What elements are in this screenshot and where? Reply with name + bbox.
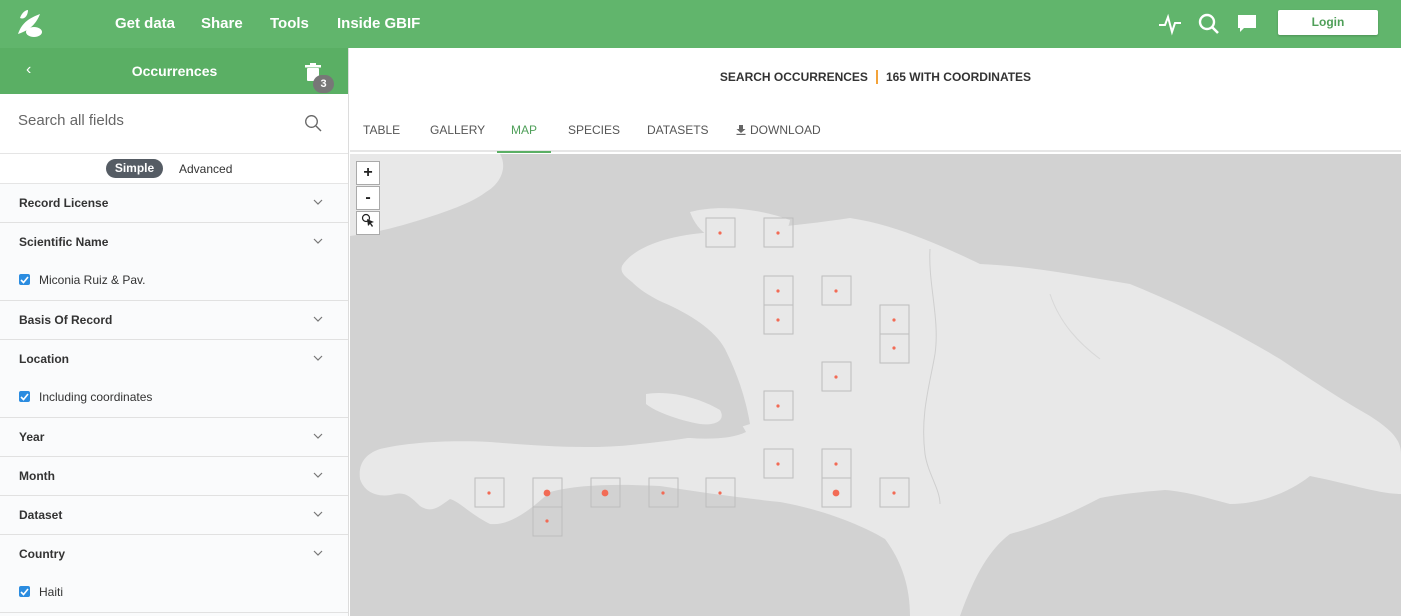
option-label: Miconia Ruiz & Pav. bbox=[39, 273, 146, 287]
occurrence-dot bbox=[661, 491, 665, 495]
active-tab-indicator bbox=[497, 151, 551, 153]
simple-mode-button[interactable]: Simple bbox=[106, 159, 163, 178]
map-canvas[interactable] bbox=[350, 154, 1401, 616]
nav-share[interactable]: Share bbox=[201, 15, 243, 32]
nav-tools[interactable]: Tools bbox=[270, 15, 309, 32]
chevron-down-icon[interactable] bbox=[313, 548, 323, 558]
occurrence-map[interactable] bbox=[350, 154, 1401, 616]
tab-datasets[interactable]: DATASETS bbox=[647, 123, 709, 137]
chevron-down-icon[interactable] bbox=[313, 431, 323, 441]
checkbox-checked-icon[interactable] bbox=[19, 391, 30, 402]
filter-label[interactable]: Location bbox=[19, 352, 69, 366]
filter-month[interactable]: Month bbox=[0, 457, 348, 496]
occurrence-dot bbox=[892, 318, 896, 322]
filter-label[interactable]: Scientific Name bbox=[19, 235, 108, 249]
occurrence-dot bbox=[718, 231, 722, 235]
filter-year[interactable]: Year bbox=[0, 418, 348, 457]
gbif-logo-icon[interactable] bbox=[14, 8, 46, 40]
occurrence-dot bbox=[832, 489, 840, 497]
sidebar-header: ‹ Occurrences 3 bbox=[0, 48, 348, 94]
chevron-down-icon[interactable] bbox=[313, 509, 323, 519]
chevron-down-icon[interactable] bbox=[313, 314, 323, 324]
filter-label[interactable]: Basis Of Record bbox=[19, 313, 112, 327]
occurrence-dot bbox=[834, 462, 838, 466]
filter-basis-of-record[interactable]: Basis Of Record bbox=[0, 301, 348, 340]
occurrence-dot bbox=[776, 231, 780, 235]
chevron-down-icon[interactable] bbox=[313, 236, 323, 246]
checkbox-checked-icon[interactable] bbox=[19, 274, 30, 285]
advanced-mode-button[interactable]: Advanced bbox=[179, 162, 232, 176]
occurrence-dot bbox=[892, 491, 896, 495]
cursor-select-icon bbox=[361, 213, 374, 227]
search-container bbox=[0, 94, 348, 154]
filter-dataset[interactable]: Dataset bbox=[0, 496, 348, 535]
results-header: SEARCH OCCURRENCES 165 WITH COORDINATES T… bbox=[350, 48, 1401, 152]
results-summary: SEARCH OCCURRENCES 165 WITH COORDINATES bbox=[350, 70, 1401, 84]
summary-divider bbox=[875, 70, 878, 84]
filter-label[interactable]: Record License bbox=[19, 196, 108, 210]
zoom-in-button[interactable]: + bbox=[356, 161, 380, 185]
search-occurrences-label: SEARCH OCCURRENCES bbox=[719, 70, 868, 84]
filter-scientific-name[interactable]: Scientific Name Miconia Ruiz & Pav. bbox=[0, 223, 348, 301]
sidebar-title: Occurrences bbox=[131, 63, 218, 79]
chevron-down-icon[interactable] bbox=[313, 470, 323, 480]
occurrence-dot bbox=[834, 375, 838, 379]
tab-gallery[interactable]: GALLERY bbox=[430, 123, 485, 137]
top-navbar: Get data Share Tools Inside GBIF Login bbox=[0, 0, 1401, 48]
chevron-down-icon[interactable] bbox=[313, 353, 323, 363]
occurrence-dot bbox=[545, 519, 549, 523]
search-icon[interactable] bbox=[1197, 12, 1221, 36]
occurrence-dot bbox=[601, 489, 609, 497]
search-icon[interactable] bbox=[304, 114, 322, 132]
chevron-down-icon[interactable] bbox=[313, 197, 323, 207]
occurrence-dot bbox=[892, 346, 896, 350]
occurrence-dot bbox=[776, 289, 780, 293]
filter-country[interactable]: Country Haiti bbox=[0, 535, 348, 613]
occurrence-dot bbox=[718, 491, 722, 495]
occurrence-dot bbox=[776, 404, 780, 408]
nav-inside-gbif[interactable]: Inside GBIF bbox=[337, 15, 420, 32]
zoom-out-button[interactable]: - bbox=[356, 186, 380, 210]
login-button[interactable]: Login bbox=[1278, 10, 1378, 35]
activity-pulse-icon[interactable] bbox=[1158, 12, 1182, 36]
search-mode-toggle: Simple Advanced bbox=[0, 154, 348, 184]
occurrence-dot bbox=[776, 318, 780, 322]
filter-record-license[interactable]: Record License bbox=[0, 184, 348, 223]
feedback-chat-icon[interactable] bbox=[1235, 12, 1259, 36]
checkbox-checked-icon[interactable] bbox=[19, 586, 30, 597]
filter-label[interactable]: Year bbox=[19, 430, 44, 444]
select-area-button[interactable] bbox=[356, 211, 380, 235]
filter-label[interactable]: Dataset bbox=[19, 508, 62, 522]
option-label: Including coordinates bbox=[39, 390, 153, 404]
download-label: DOWNLOAD bbox=[750, 123, 821, 137]
filter-sidebar: ‹ Occurrences 3 Simple Advanced Record L… bbox=[0, 48, 349, 616]
occurrence-dot bbox=[487, 491, 491, 495]
tab-download[interactable]: DOWNLOAD bbox=[736, 123, 821, 137]
filter-label[interactable]: Country bbox=[19, 547, 65, 561]
occurrence-dot bbox=[776, 462, 780, 466]
option-label: Haiti bbox=[39, 585, 64, 599]
nav-get-data[interactable]: Get data bbox=[115, 15, 175, 32]
filter-count-badge: 3 bbox=[313, 75, 334, 93]
search-all-fields-input[interactable] bbox=[18, 112, 288, 129]
tab-map[interactable]: MAP bbox=[511, 123, 537, 137]
download-icon bbox=[736, 125, 746, 135]
tab-species[interactable]: SPECIES bbox=[568, 123, 620, 137]
land-hispaniola bbox=[359, 218, 1401, 616]
occurrence-dot bbox=[543, 489, 551, 497]
tab-table[interactable]: TABLE bbox=[363, 123, 400, 137]
occurrence-dot bbox=[834, 289, 838, 293]
filter-location[interactable]: Location Including coordinates bbox=[0, 340, 348, 418]
coordinates-count-label: 165 WITH COORDINATES bbox=[885, 70, 1032, 84]
filter-label[interactable]: Month bbox=[19, 469, 55, 483]
